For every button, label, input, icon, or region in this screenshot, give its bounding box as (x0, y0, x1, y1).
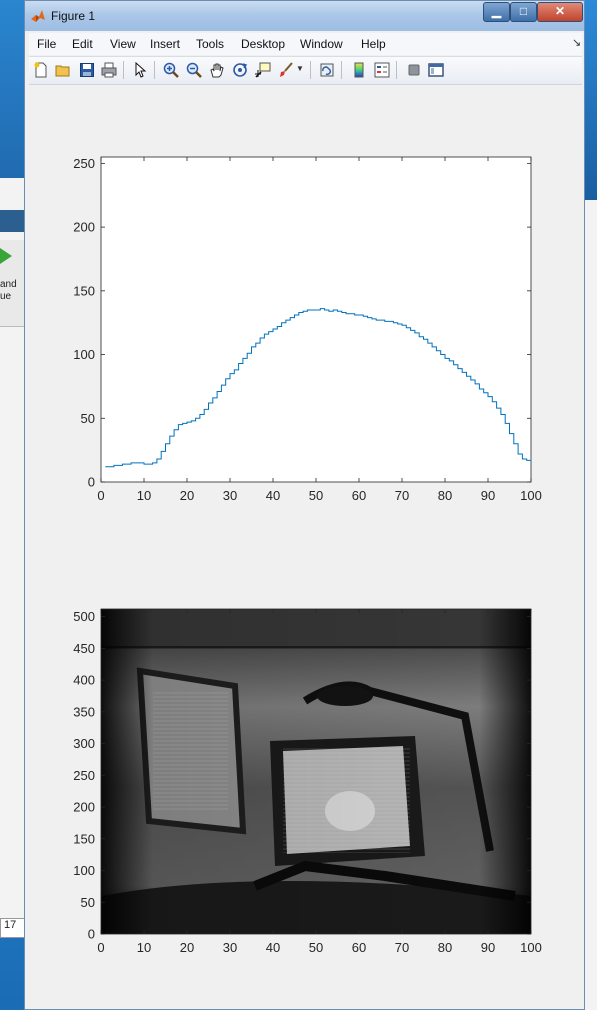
background-app-bar (0, 210, 24, 232)
x-tick-label: 100 (520, 488, 542, 503)
toolbar-separator (154, 61, 155, 79)
x-tick-label: 50 (309, 940, 323, 955)
menu-view[interactable]: View (110, 37, 136, 51)
y-tick-label: 300 (73, 736, 95, 751)
x-tick-label: 20 (180, 940, 194, 955)
brush-icon[interactable] (278, 62, 294, 78)
minimize-icon: ▁ (491, 4, 502, 18)
desktop-background-right (585, 0, 597, 200)
close-icon: ✕ (554, 4, 566, 18)
run-icon (0, 248, 12, 264)
colorbar-icon[interactable] (351, 62, 367, 78)
y-tick-label: 50 (81, 895, 95, 910)
menu-desktop[interactable]: Desktop (241, 37, 285, 51)
chevron-down-icon[interactable]: ▼ (296, 64, 304, 73)
link-plot-icon[interactable] (319, 62, 335, 78)
minimize-button[interactable]: ▁ (483, 2, 510, 22)
y-tick-label: 500 (73, 609, 95, 624)
grayscale-image (101, 609, 531, 934)
x-tick-label: 100 (520, 940, 542, 955)
title-bar[interactable]: Figure 1 ▁ □ ✕ (25, 1, 584, 31)
show-plot-tools-icon[interactable] (428, 62, 444, 78)
x-tick-label: 30 (223, 488, 237, 503)
x-tick-label: 90 (481, 488, 495, 503)
x-tick-label: 40 (266, 488, 280, 503)
open-file-icon[interactable] (55, 62, 71, 78)
matlab-icon (31, 10, 45, 22)
x-tick-label: 20 (180, 488, 194, 503)
zoom-in-icon[interactable] (163, 62, 179, 78)
menu-window[interactable]: Window (300, 37, 343, 51)
y-tick-label: 200 (73, 220, 95, 235)
window-title: Figure 1 (51, 9, 96, 23)
figure-toolbar: ▼ (29, 56, 582, 85)
new-figure-icon[interactable] (33, 62, 49, 78)
hide-plot-tools-icon[interactable] (406, 62, 422, 78)
y-tick-label: 50 (81, 411, 95, 426)
x-tick-label: 70 (395, 488, 409, 503)
menu-help[interactable]: Help (361, 37, 386, 51)
pan-hand-icon[interactable] (209, 62, 225, 78)
data-cursor-icon[interactable] (255, 62, 271, 78)
toolbar-separator (310, 61, 311, 79)
menu-file[interactable]: File (37, 37, 56, 51)
toolbar-separator (341, 61, 342, 79)
y-tick-label: 100 (73, 863, 95, 878)
background-label: and (0, 279, 17, 290)
background-app-right-panel (585, 200, 597, 1010)
menu-edit[interactable]: Edit (72, 37, 93, 51)
dock-arrow-icon[interactable]: ↘ (572, 36, 581, 49)
menu-bar: File Edit View Insert Tools Desktop Wind… (29, 33, 582, 55)
y-tick-label: 200 (73, 800, 95, 815)
y-tick-label: 0 (88, 927, 95, 942)
x-tick-label: 40 (266, 940, 280, 955)
x-tick-label: 0 (97, 940, 104, 955)
zoom-out-icon[interactable] (186, 62, 202, 78)
background-label: ue (0, 291, 12, 302)
y-tick-label: 150 (73, 283, 95, 298)
y-tick-label: 250 (73, 156, 95, 171)
figure-window: Figure 1 ▁ □ ✕ File Edit View Insert Too… (24, 0, 585, 1010)
print-icon[interactable] (101, 62, 117, 78)
background-number-field: 17 (0, 918, 25, 938)
y-tick-label: 150 (73, 831, 95, 846)
y-tick-label: 400 (73, 673, 95, 688)
y-tick-label: 250 (73, 768, 95, 783)
maximize-icon: □ (519, 4, 528, 18)
y-tick-label: 0 (88, 475, 95, 490)
line-plot[interactable]: 0 10 20 30 40 50 60 70 80 90 100 0 50 100 150 200 250 (65, 141, 585, 521)
axes-background (100, 156, 532, 483)
x-tick-label: 10 (137, 940, 151, 955)
legend-icon[interactable] (374, 62, 390, 78)
maximize-button[interactable]: □ (510, 2, 537, 22)
x-tick-label: 0 (97, 488, 104, 503)
toolbar-separator (123, 61, 124, 79)
x-tick-label: 70 (395, 940, 409, 955)
x-tick-label: 90 (481, 940, 495, 955)
x-tick-label: 10 (137, 488, 151, 503)
rotate-3d-icon[interactable] (232, 62, 248, 78)
x-tick-label: 80 (438, 488, 452, 503)
x-tick-label: 60 (352, 488, 366, 503)
y-tick-label: 350 (73, 704, 95, 719)
save-icon[interactable] (79, 62, 95, 78)
select-arrow-icon[interactable] (132, 62, 148, 78)
menu-insert[interactable]: Insert (150, 37, 180, 51)
x-tick-label: 60 (352, 940, 366, 955)
x-tick-label: 50 (309, 488, 323, 503)
menu-tools[interactable]: Tools (196, 37, 224, 51)
close-button[interactable]: ✕ (537, 2, 583, 22)
y-tick-label: 450 (73, 641, 95, 656)
y-tick-label: 100 (73, 347, 95, 362)
x-tick-label: 80 (438, 940, 452, 955)
toolbar-separator (396, 61, 397, 79)
image-plot[interactable]: 0 10 20 30 40 50 60 70 80 90 100 0 50 100 150 200 250 300… (65, 596, 585, 966)
x-tick-label: 30 (223, 940, 237, 955)
